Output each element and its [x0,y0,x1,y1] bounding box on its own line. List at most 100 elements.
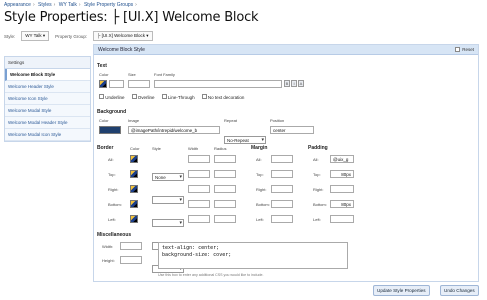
margin-all-input[interactable] [271,155,293,163]
text-size-input[interactable] [128,80,150,88]
border-right-width-input[interactable] [188,185,210,193]
line-through-checkbox[interactable] [161,94,167,99]
selector-row: Style: WY Talk ▾ Property Group: ├ [UI.X… [4,31,153,41]
underline-label: Underline [105,95,125,100]
padding-row-label-all: All: [313,157,319,162]
background-image-input[interactable]: @imagePath/intrepid/welcome_b [128,126,220,134]
margin-row-label-right: Right: [256,187,267,192]
border-right-radius-input[interactable] [214,185,236,193]
italic-button[interactable]: I [291,80,297,87]
border-top-width-input[interactable] [188,170,210,178]
border-radius-label: Radius [214,146,227,151]
underline-option[interactable]: Underline [99,94,125,100]
margin-row-label-bottom: Bottom: [256,202,270,207]
reset-checkbox[interactable] [455,47,461,52]
style-dropdown-value: WY Talk [25,33,42,38]
additional-css-hint: Use this box to enter any additional CSS… [158,273,264,277]
sidebar-item-welcome-icon-style[interactable]: Welcome Icon Style [5,93,90,105]
misc-height-input[interactable] [120,256,142,264]
background-color-swatch[interactable] [99,126,121,134]
padding-right-input[interactable] [330,185,354,193]
breadcrumb-styles[interactable]: Styles [38,2,52,8]
border-color-label: Color [130,146,140,151]
border-right-color-swatch[interactable] [130,185,138,193]
border-top-color-swatch[interactable] [130,170,138,178]
padding-top-input[interactable]: 80px [330,170,354,178]
breadcrumb-style-name[interactable]: WY Talk [59,2,77,8]
breadcrumb-appearance[interactable]: Appearance [4,2,31,8]
padding-left-input[interactable] [330,215,354,223]
sidebar-item-welcome-modal-style[interactable]: Welcome Modal Style [5,105,90,117]
border-row-label-left: Left: [108,217,116,222]
border-all-style-select[interactable]: None [152,173,184,181]
border-row-label-right: Right: [108,187,119,192]
underline-checkbox[interactable] [99,94,104,99]
line-through-option[interactable]: Line-Through [161,94,195,100]
style-label: Style: [4,33,16,39]
font-family-input[interactable] [154,80,282,88]
update-style-properties-button[interactable]: Update Style Properties [373,285,430,296]
undo-changes-button[interactable]: Undo Changes [440,285,479,296]
background-repeat-select[interactable]: No-Repeat [224,136,266,144]
style-property-panel: Welcome Block Style Reset Text Color Siz… [93,44,479,282]
text-color-input[interactable] [109,80,124,88]
margin-section-title: Margin [251,145,268,151]
border-bottom-width-input[interactable] [188,200,210,208]
background-color-label: Color [99,118,109,123]
misc-width-input[interactable] [120,242,142,250]
property-group-dropdown[interactable]: ├ [UI.X] Welcome Block ▾ [93,31,153,41]
background-position-label: Position [270,118,285,123]
border-section-title: Border [97,145,114,151]
border-top-style-select[interactable] [152,196,184,204]
no-decoration-checkbox[interactable] [201,94,207,99]
background-position-input[interactable]: center [270,126,314,134]
border-row-label-top: Top: [108,172,116,177]
padding-row-label-right: Right: [313,187,324,192]
text-color-swatch[interactable] [99,80,107,88]
sidebar-header: Settings [5,57,90,69]
additional-css-textarea[interactable]: text-align: center; background-size: cov… [158,242,348,269]
settings-sidebar: Settings Welcome Block Style Welcome Hea… [4,56,91,142]
breadcrumb-style-property-groups[interactable]: Style Property Groups [84,2,133,8]
border-top-radius-input[interactable] [214,170,236,178]
padding-all-input[interactable]: @uix_g [330,155,354,163]
sidebar-item-welcome-modal-icon-style[interactable]: Welcome Modal Icon Style [5,129,90,141]
overline-option[interactable]: Overline [131,94,155,100]
margin-bottom-input[interactable] [271,200,293,208]
style-dropdown[interactable]: WY Talk ▾ [21,31,50,41]
border-style-label: Style [152,146,161,151]
margin-left-input[interactable] [271,215,293,223]
text-section-title: Text [97,63,107,69]
padding-row-label-left: Left: [313,217,321,222]
border-all-radius-input[interactable] [214,155,236,163]
misc-width-label: Width: [102,244,114,249]
border-bottom-radius-input[interactable] [214,200,236,208]
panel-header: Welcome Block Style Reset [94,45,478,55]
border-right-style-select[interactable] [152,219,184,227]
margin-top-input[interactable] [271,170,293,178]
font-family-label: Font Family [154,72,175,77]
sidebar-item-welcome-modal-header-style[interactable]: Welcome Modal Header Style [5,117,90,129]
border-left-width-input[interactable] [188,215,210,223]
border-all-width-input[interactable] [188,155,210,163]
no-decoration-option[interactable]: No text decoration [201,94,244,100]
reset-control[interactable]: Reset [455,47,474,52]
panel-title: Welcome Block Style [98,46,145,53]
margin-row-label-top: Top: [256,172,264,177]
reset-label: Reset [462,47,474,52]
sidebar-item-welcome-header-style[interactable]: Welcome Header Style [5,81,90,93]
overline-checkbox[interactable] [131,94,137,99]
border-bottom-color-swatch[interactable] [130,200,138,208]
text-size-label: Size [128,72,136,77]
border-left-color-swatch[interactable] [130,215,138,223]
padding-bottom-input[interactable]: 80px [330,200,354,208]
sidebar-item-welcome-block-style[interactable]: Welcome Block Style [5,69,90,81]
border-left-radius-input[interactable] [214,215,236,223]
bold-button[interactable]: B [284,80,290,87]
border-row-label-bottom: Bottom: [108,202,122,207]
border-all-color-swatch[interactable] [130,155,138,163]
margin-right-input[interactable] [271,185,293,193]
font-option-button[interactable]: A [298,80,304,87]
text-decoration-options: Underline Overline Line-Through No text … [99,94,244,100]
property-group-label: Property Group: [55,33,88,39]
